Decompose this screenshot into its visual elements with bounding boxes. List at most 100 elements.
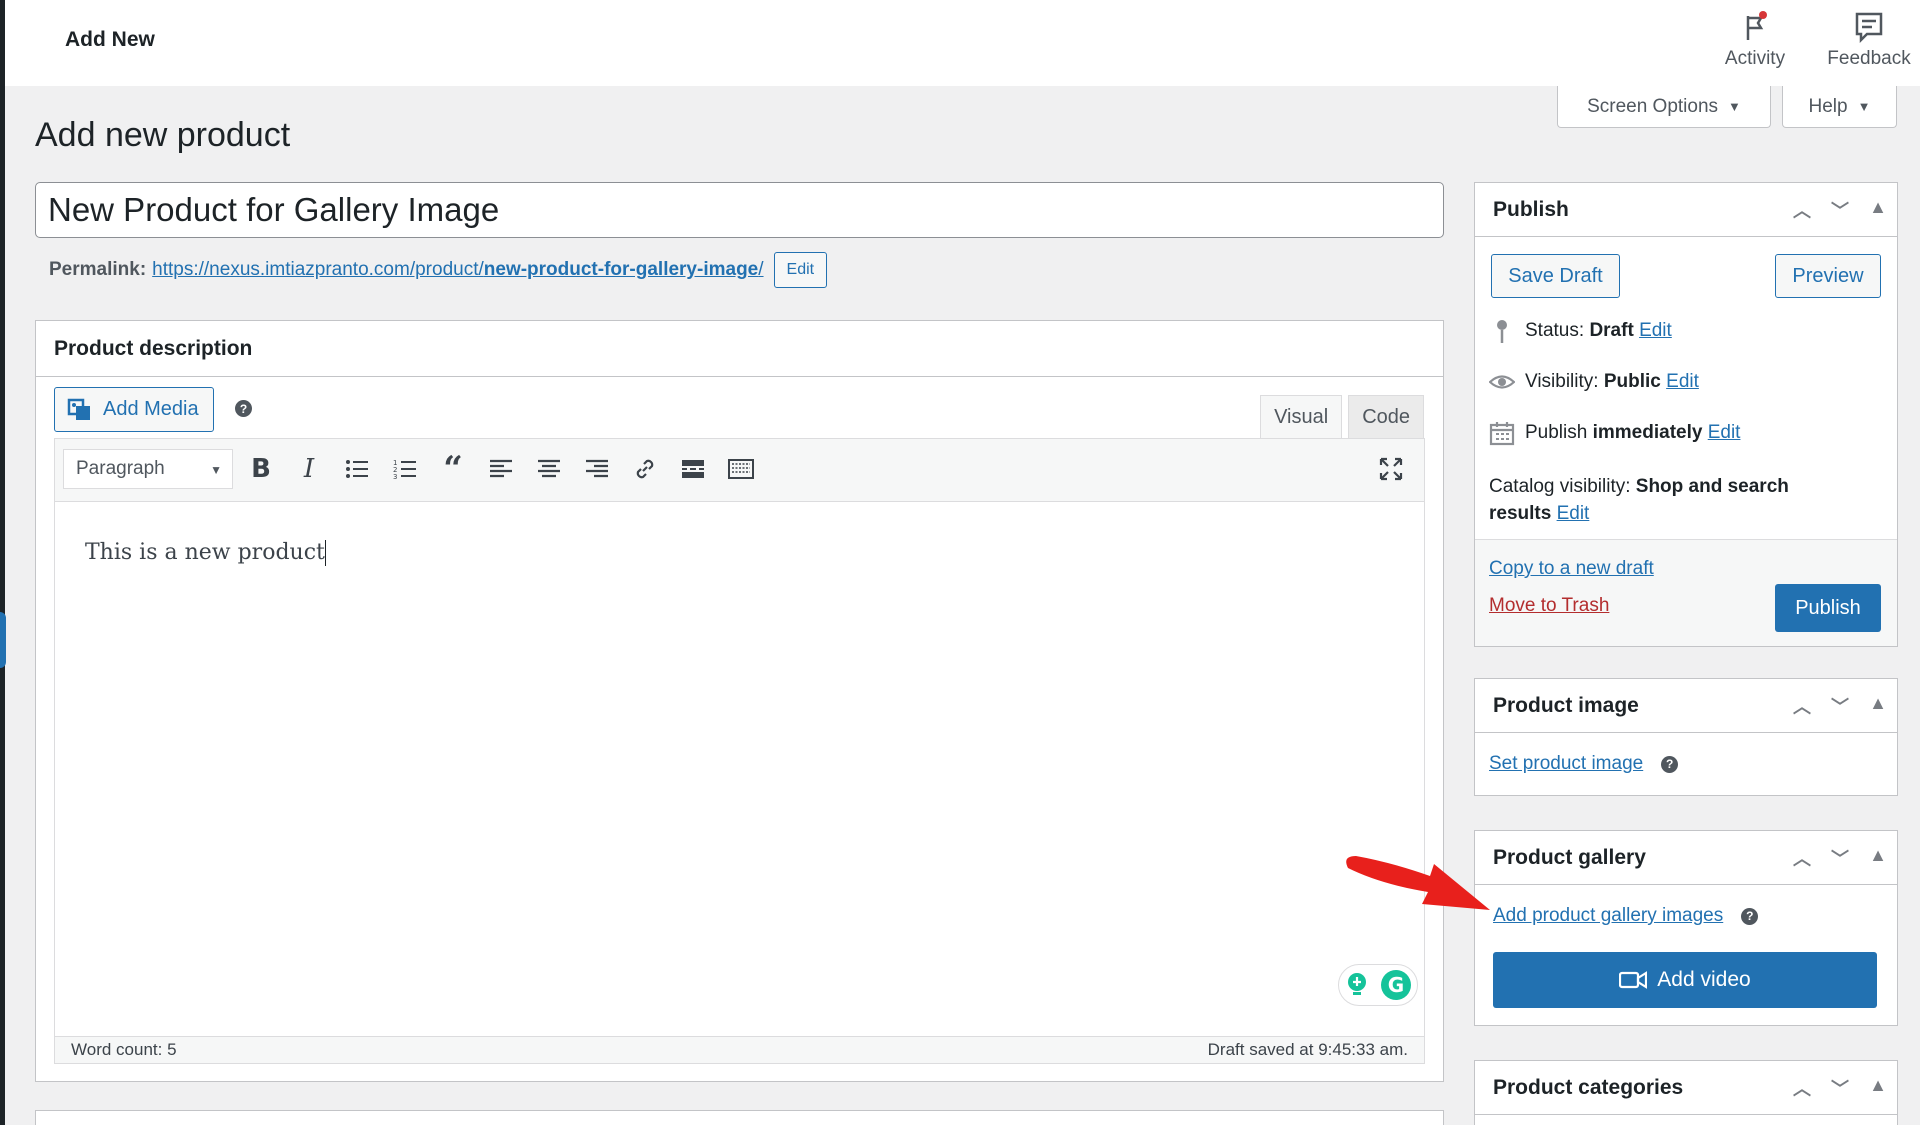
catalog-visibility-value-2: results [1489, 503, 1552, 524]
blockquote-icon[interactable]: “ [437, 452, 469, 486]
add-gallery-images-link[interactable]: Add product gallery images [1493, 905, 1723, 927]
page-title: Add new product [35, 116, 291, 154]
text-cursor [324, 540, 326, 566]
add-media-button[interactable]: Add Media [54, 387, 214, 432]
box-controls: ︿ ﹀ ▲ [1791, 197, 1889, 223]
calendar-icon [1489, 422, 1515, 446]
collapse-icon[interactable]: ▲ [1867, 1075, 1889, 1101]
visibility-row: Visibility: Public Edit [1489, 369, 1699, 395]
collapse-icon[interactable]: ▲ [1867, 845, 1889, 871]
move-up-icon[interactable]: ︿ [1791, 693, 1813, 719]
format-select-value: Paragraph [76, 458, 165, 479]
read-more-icon[interactable] [677, 453, 709, 485]
collapse-icon[interactable]: ▲ [1867, 693, 1889, 719]
copy-to-draft-link[interactable]: Copy to a new draft [1489, 558, 1654, 580]
numbered-list-icon[interactable]: 123 [389, 453, 421, 485]
permalink-url[interactable]: https://nexus.imtiazpranto.com/product/n… [152, 259, 763, 281]
top-bar: Add New Activity Feedback [5, 0, 1920, 86]
align-left-icon[interactable] [485, 453, 517, 485]
product-description-box: Product description Add Media ? Visual C… [35, 320, 1444, 1082]
align-center-icon[interactable] [533, 453, 565, 485]
format-select[interactable]: Paragraph ▼ [63, 449, 233, 489]
product-image-title: Product image [1493, 693, 1639, 717]
product-image-header[interactable]: Product image ︿ ﹀ ▲ [1475, 679, 1897, 733]
lightbulb-icon [1348, 973, 1366, 995]
move-up-icon[interactable]: ︿ [1791, 197, 1813, 223]
box-controls: ︿ ﹀ ▲ [1791, 1075, 1889, 1101]
editor-content-area[interactable]: This is a new product G [54, 502, 1425, 1036]
publish-time-edit-link[interactable]: Edit [1708, 422, 1741, 443]
link-icon[interactable] [629, 453, 661, 485]
product-categories-header[interactable]: Product categories ︿ ﹀ ▲ [1475, 1061, 1897, 1115]
publish-time-row: Publish immediately Edit [1489, 420, 1740, 446]
tab-visual[interactable]: Visual [1260, 395, 1343, 439]
move-down-icon[interactable]: ﹀ [1829, 197, 1851, 223]
add-media-label: Add Media [103, 398, 199, 420]
publish-actions: Copy to a new draft Move to Trash Publis… [1475, 539, 1897, 646]
publish-button[interactable]: Publish [1775, 584, 1881, 632]
feedback-label: Feedback [1827, 48, 1911, 69]
help-label: Help [1808, 95, 1848, 117]
visibility-edit-link[interactable]: Edit [1666, 371, 1699, 392]
editor-toolbar: Paragraph ▼ B I 123 “ [54, 438, 1425, 502]
word-count: Word count: 5 [71, 1040, 177, 1059]
svg-text:3: 3 [393, 473, 397, 481]
grammarly-widget[interactable]: G [1338, 964, 1418, 1006]
editor-tabs: Visual Code [1260, 395, 1424, 439]
move-up-icon[interactable]: ︿ [1791, 845, 1813, 871]
preview-button[interactable]: Preview [1775, 254, 1881, 298]
screen-options-label: Screen Options [1587, 95, 1719, 117]
add-gallery-row: Add product gallery images ? [1493, 905, 1759, 927]
toolbar-toggle-icon[interactable] [725, 453, 757, 485]
feedback-icon [1855, 12, 1883, 44]
screen-options-button[interactable]: Screen Options ▼ [1557, 86, 1771, 128]
caret-down-icon: ▼ [210, 463, 222, 477]
next-metabox [35, 1110, 1444, 1125]
move-down-icon[interactable]: ﹀ [1829, 693, 1851, 719]
move-down-icon[interactable]: ﹀ [1829, 845, 1851, 871]
italic-icon[interactable]: I [293, 453, 325, 485]
permalink-label: Permalink: [49, 259, 147, 280]
help-button[interactable]: Help ▼ [1782, 86, 1897, 128]
box-controls: ︿ ﹀ ▲ [1791, 693, 1889, 719]
help-icon[interactable]: ? [235, 400, 252, 417]
set-product-image-link[interactable]: Set product image [1489, 753, 1643, 775]
catalog-visibility-row: Catalog visibility: Shop and search resu… [1489, 476, 1789, 524]
eye-icon [1489, 375, 1515, 389]
permalink-edit-button[interactable]: Edit [773, 252, 828, 288]
product-gallery-header[interactable]: Product gallery ︿ ﹀ ▲ [1475, 831, 1897, 885]
move-down-icon[interactable]: ﹀ [1829, 1075, 1851, 1101]
move-up-icon[interactable]: ︿ [1791, 1075, 1813, 1101]
bullet-list-icon[interactable] [341, 453, 373, 485]
feedback-button[interactable]: Feedback [1817, 10, 1920, 70]
media-icon [67, 398, 90, 420]
collapse-icon[interactable]: ▲ [1867, 197, 1889, 223]
editor-status-bar: Word count: 5 Draft saved at 9:45:33 am. [54, 1036, 1425, 1064]
box-controls: ︿ ﹀ ▲ [1791, 845, 1889, 871]
caret-down-icon: ▼ [1728, 99, 1741, 114]
publish-box-header[interactable]: Publish ︿ ﹀ ▲ [1475, 183, 1897, 237]
activity-button[interactable]: Activity [1713, 10, 1797, 70]
move-to-trash-link[interactable]: Move to Trash [1489, 595, 1609, 617]
publish-box-title: Publish [1493, 197, 1569, 221]
editor-content[interactable]: This is a new product [85, 540, 326, 566]
sidebar-collapse-tab[interactable] [0, 612, 6, 668]
permalink-row: Permalink: https://nexus.imtiazpranto.co… [49, 252, 828, 288]
tab-code[interactable]: Code [1348, 395, 1424, 439]
publish-box: Publish ︿ ﹀ ▲ Save Draft Preview Status:… [1474, 182, 1898, 647]
save-draft-button[interactable]: Save Draft [1491, 254, 1620, 298]
add-video-button[interactable]: Add video [1493, 952, 1877, 1008]
grammarly-icon: G [1381, 970, 1411, 1000]
product-title-input[interactable]: New Product for Gallery Image [35, 182, 1444, 238]
align-right-icon[interactable] [581, 453, 613, 485]
help-icon[interactable]: ? [1661, 755, 1679, 773]
bold-icon[interactable]: B [245, 453, 277, 485]
status-row: Status: Draft Edit [1489, 318, 1672, 344]
catalog-edit-link[interactable]: Edit [1557, 503, 1590, 524]
fullscreen-icon[interactable] [1375, 453, 1407, 485]
help-icon[interactable]: ? [1741, 907, 1759, 925]
status-edit-link[interactable]: Edit [1639, 320, 1672, 341]
product-gallery-box: Product gallery ︿ ﹀ ▲ Add product galler… [1474, 830, 1898, 1026]
visibility-value: Public [1603, 371, 1661, 392]
svg-text:G: G [1388, 973, 1404, 997]
